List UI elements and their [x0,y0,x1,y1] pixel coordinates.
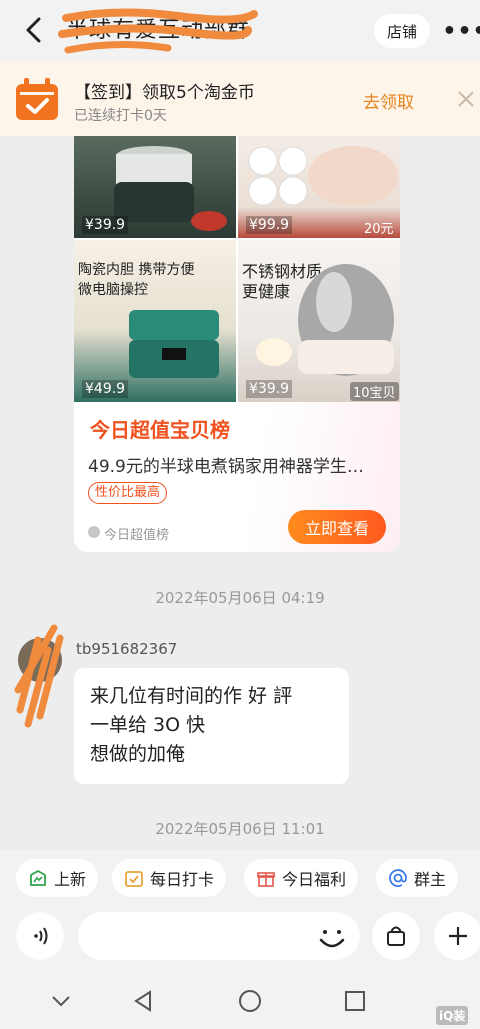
tile-price: ¥49.9 [82,380,129,398]
tile-coupon: 20元 [364,222,394,237]
circle-home-icon [239,990,261,1012]
new-arrival-icon [30,869,46,886]
calendar-check-icon [125,871,143,887]
back-button[interactable] [18,14,50,46]
nav-collapse-button[interactable] [46,986,76,1016]
card-headline: 今日超值宝贝榜 [90,418,230,442]
message-bubble[interactable]: 来几位有时间的作 好 評 一单给 3O 快 想做的加俺 [74,668,349,784]
system-nav-bar [0,972,480,1029]
nav-recents-button[interactable] [340,986,370,1016]
avatar[interactable] [14,620,66,730]
nav-home-button[interactable] [235,986,265,1016]
triangle-back-icon [134,990,151,1012]
square-recents-icon [345,991,365,1011]
product-tile-cooker[interactable]: ¥39.9 [74,136,236,238]
product-tile-egg-steamer[interactable]: 不锈钢材质 更健康 ¥39.9 10宝贝 [238,240,400,402]
item-count-badge: 10宝贝 [350,382,399,401]
message-line: 一单给 3O 快 [90,714,206,736]
shop-bag-button[interactable] [372,912,420,960]
card-info: 今日超值宝贝榜 49.9元的半球电煮锅家用神器学生… 性价比最高 今日超值榜 立… [74,402,400,552]
card-tag: 性价比最高 [88,482,168,504]
product-tile-stewpot[interactable]: ¥99.9 20元 [238,136,400,238]
egg-steamer-image [256,264,394,376]
chat-header: 半球有爱互动部群 店铺 ••• [0,0,480,62]
claim-button[interactable]: 去领取 [363,88,414,113]
card-source: 今日超值榜 [104,528,170,543]
quick-action-daily-checkin[interactable]: 每日打卡 [112,859,227,897]
voice-button[interactable] [16,912,64,960]
product-image-grid[interactable]: ¥39.9 ¥99.9 20元 陶瓷内胆 携带方便 微电脑操控 ¥49.9 不锈… [74,136,400,402]
source-icon [88,526,100,538]
message-timestamp: 2022年05月06日 04:19 [155,589,325,607]
voice-icon [34,927,48,945]
back-arrow-icon [26,17,41,43]
chevron-down-icon [52,996,70,1007]
tile-feature-2: 微电脑操控 [78,282,148,298]
tile-feature-1: 陶瓷内胆 携带方便 [78,262,195,278]
chip-label: 群主 [414,870,447,889]
plus-icon [449,927,467,945]
tile-price: ¥39.9 [246,380,293,398]
sender-name: tb951682367 [76,640,178,658]
checkin-banner[interactable]: 【签到】领取5个淘金币 已连续打卡0天 去领取 [0,62,480,136]
tile-price: ¥39.9 [82,216,129,234]
quick-action-group-owner[interactable]: 群主 [376,859,459,897]
message-line: 来几位有时间的作 好 評 [90,685,293,707]
at-icon [389,869,407,887]
product-share-card[interactable]: ¥39.9 ¥99.9 20元 陶瓷内胆 携带方便 微电脑操控 ¥49.9 不锈… [74,136,400,552]
watermark-logo: iQ装 [436,1006,469,1025]
nav-back-button[interactable] [128,986,158,1016]
quick-actions-bar: 上新 每日打卡 今日福利 群主 [0,850,480,908]
card-description: 49.9元的半球电煮锅家用神器学生… [88,457,364,477]
message-input-bar [0,908,480,972]
calendar-check-icon [16,78,58,120]
quick-action-new[interactable]: 上新 [16,859,99,897]
shopping-bag-icon [387,926,405,946]
close-icon[interactable] [455,88,477,110]
chip-label: 每日打卡 [150,870,215,889]
product-tile-lunchbox[interactable]: 陶瓷内胆 携带方便 微电脑操控 ¥49.9 [74,240,236,402]
emoji-button[interactable] [316,924,348,952]
more-options-button[interactable]: ••• [442,16,480,46]
tile-price: ¥99.9 [246,216,293,234]
gift-icon [257,872,275,887]
chip-label: 今日福利 [282,870,347,889]
quick-action-today-benefits[interactable]: 今日福利 [244,859,359,897]
add-button[interactable] [434,912,480,960]
banner-subtitle: 已连续打卡0天 [74,108,167,124]
view-now-button[interactable]: 立即查看 [288,510,386,544]
group-title: 半球有爱互动部群 [66,18,251,43]
banner-title: 【签到】领取5个淘金币 [74,83,255,103]
smile-icon [319,930,345,948]
chip-label: 上新 [54,870,87,889]
store-button[interactable]: 店铺 [374,14,430,48]
message-line: 想做的加俺 [90,743,186,765]
message-timestamp: 2022年05月06日 11:01 [155,820,325,838]
